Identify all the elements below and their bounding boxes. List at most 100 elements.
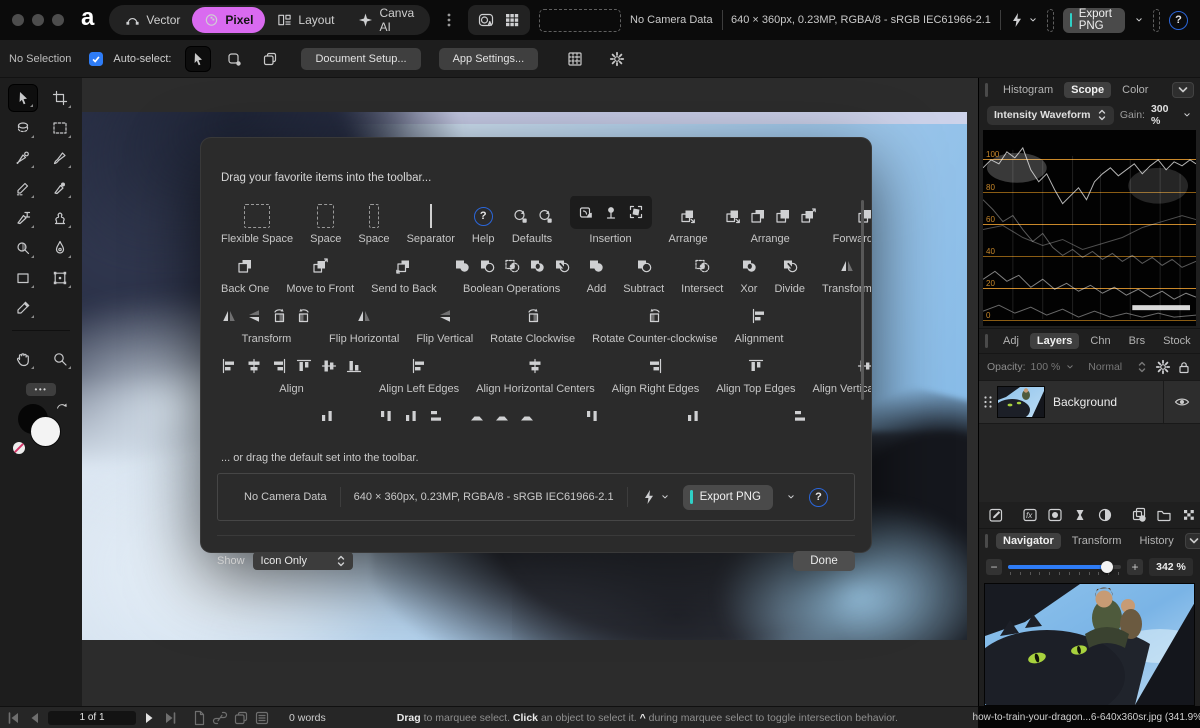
tool-healing-brush[interactable] <box>8 144 38 172</box>
tab-adj[interactable]: Adj <box>996 333 1026 349</box>
toolbar-item-align[interactable]: Align <box>221 353 362 396</box>
done-button[interactable]: Done <box>793 551 855 571</box>
lock-icon[interactable] <box>1176 359 1192 375</box>
toolbar-item-flip-horizontal[interactable]: Flip Horizontal <box>329 303 399 346</box>
panel-menu-chevron-icon[interactable] <box>1185 533 1200 549</box>
export-options-chevron-icon[interactable] <box>1134 15 1144 25</box>
toolbar-item-distribute[interactable] <box>685 403 701 446</box>
toolbar-drop-slot[interactable] <box>539 9 621 32</box>
panel-menu-chevron-icon[interactable] <box>1172 82 1194 98</box>
tab-histogram[interactable]: Histogram <box>996 82 1060 98</box>
toolbar-drop-slot-small[interactable] <box>1047 9 1054 32</box>
toolbar-item-separator[interactable]: Separator <box>407 203 455 246</box>
persona-tab-layout[interactable]: Layout <box>265 7 346 33</box>
layer-thumbnail[interactable] <box>997 386 1045 418</box>
tab-navigator[interactable]: Navigator <box>996 533 1061 549</box>
toolbar-item-add[interactable]: Add <box>587 253 607 296</box>
toolbar-item-transform[interactable]: Transform <box>221 303 312 346</box>
toolbar-item-send-to-back[interactable]: Send to Back <box>371 253 436 296</box>
tool-clone-stamp[interactable] <box>45 204 75 232</box>
layer-settings-gear-icon[interactable] <box>1155 359 1171 375</box>
toolbar-item-arrange[interactable]: Arrange <box>725 203 816 246</box>
zoom-out-button[interactable]: − <box>986 559 1002 575</box>
toolbar-item-align-right-edges[interactable]: Align Right Edges <box>612 353 699 396</box>
toolbar-item-rotate-clockwise[interactable]: Rotate Clockwise <box>490 303 575 346</box>
tool-dodge-burn[interactable] <box>8 234 38 262</box>
settings-gear-icon[interactable] <box>604 46 630 72</box>
auto-preview-icon[interactable] <box>478 12 494 28</box>
toolbar-item-xor[interactable]: Xor <box>740 253 757 296</box>
navigator-preview[interactable] <box>984 583 1195 706</box>
tab-stock[interactable]: Stock <box>1156 333 1198 349</box>
hardware-acceleration-button[interactable] <box>1009 12 1038 28</box>
primary-color-swatch[interactable] <box>30 416 61 447</box>
layer-effects-icon[interactable]: fx <box>1022 507 1038 523</box>
toolbar-item-arrange[interactable]: Arrange <box>669 203 708 246</box>
toolbar-item-space[interactable]: Space <box>310 203 341 246</box>
tab-scope[interactable]: Scope <box>1064 82 1111 98</box>
toolbar-item-distribute[interactable] <box>378 403 444 446</box>
toolbar-item-distribute[interactable] <box>319 403 335 446</box>
scrollbar[interactable] <box>861 200 864 400</box>
toolbar-item-distribute[interactable] <box>469 403 535 446</box>
document-setup-button[interactable]: Document Setup... <box>301 48 420 70</box>
toolbar-item-align-left-edges[interactable]: Align Left Edges <box>379 353 459 396</box>
waveform-type-select[interactable]: Intensity Waveform <box>987 106 1114 125</box>
section-link-icon[interactable] <box>212 710 228 726</box>
toolbar-item-defaults[interactable]: Defaults <box>512 203 553 246</box>
next-page-icon[interactable] <box>141 710 157 726</box>
tool-color-picker[interactable] <box>8 294 38 322</box>
layer-grip-icon[interactable] <box>979 394 997 410</box>
toolbar-item-move-to-front[interactable]: Move to Front <box>286 253 354 296</box>
app-settings-button[interactable]: App Settings... <box>439 48 539 70</box>
toolbar-item-divide[interactable]: Divide <box>774 253 805 296</box>
toolbar-item-alignment[interactable]: Alignment <box>735 303 784 346</box>
window-controls[interactable] <box>12 14 64 26</box>
show-mode-select[interactable]: Icon Only <box>253 552 353 570</box>
adjustment-layer-icon[interactable] <box>1072 507 1088 523</box>
opacity-value[interactable]: 100 % <box>1031 361 1061 373</box>
tool-smudge[interactable] <box>8 204 38 232</box>
tool-zoom[interactable] <box>45 345 75 373</box>
new-pixel-layer-icon[interactable] <box>1181 507 1197 523</box>
edit-layer-icon[interactable] <box>988 507 1004 523</box>
zoom-slider[interactable] <box>1008 559 1121 575</box>
tab-transform[interactable]: Transform <box>1065 533 1129 549</box>
page-indicator[interactable]: 1 of 1 <box>48 711 136 725</box>
window-close-button[interactable] <box>12 14 24 26</box>
zoom-percentage[interactable]: 342 % <box>1149 558 1193 576</box>
new-group-icon[interactable] <box>1156 507 1172 523</box>
toolbar-item-flip-vertical[interactable]: Flip Vertical <box>416 303 473 346</box>
tools-more-button[interactable]: ••• <box>26 383 56 396</box>
toolbar-item-back-one[interactable]: Back One <box>221 253 269 296</box>
blend-mode-value[interactable]: Normal <box>1088 361 1122 373</box>
toolbar-item-subtract[interactable]: Subtract <box>623 253 664 296</box>
tab-brs[interactable]: Brs <box>1122 333 1153 349</box>
toolbar-drop-slot-small[interactable] <box>1153 9 1160 32</box>
snapping-grid-icon[interactable] <box>562 46 588 72</box>
live-filter-icon[interactable] <box>1097 507 1113 523</box>
new-layer-icon[interactable] <box>1131 507 1147 523</box>
persona-tab-vector[interactable]: Vector <box>113 7 192 33</box>
select-mode-cursor-button[interactable] <box>185 46 211 72</box>
toolbar-item-help[interactable]: ?Help <box>472 203 495 246</box>
tool-pen[interactable] <box>45 234 75 262</box>
gain-select[interactable]: 300 % <box>1151 103 1192 127</box>
zoom-in-button[interactable]: + <box>1127 559 1143 575</box>
tab-chn[interactable]: Chn <box>1083 333 1117 349</box>
tool-paint-brush[interactable] <box>45 144 75 172</box>
panel-drag-handle[interactable] <box>985 534 988 548</box>
mask-layer-icon[interactable] <box>1047 507 1063 523</box>
tool-move[interactable] <box>8 84 38 112</box>
toolbar-item-align-top-edges[interactable]: Align Top Edges <box>716 353 795 396</box>
tab-color[interactable]: Color <box>1115 82 1155 98</box>
layers-list-empty-area[interactable] <box>979 424 1200 502</box>
auto-select-checkbox[interactable] <box>89 52 103 66</box>
pages-icon[interactable] <box>191 710 207 726</box>
persona-tab-canva-ai[interactable]: Canva AI <box>346 7 426 33</box>
toolbar-item-distribute[interactable] <box>792 403 808 446</box>
duplicate-page-icon[interactable] <box>233 710 249 726</box>
previous-page-icon[interactable] <box>27 710 43 726</box>
toolbar-item-space[interactable]: Space <box>358 203 389 246</box>
toolbar-item-intersect[interactable]: Intersect <box>681 253 723 296</box>
